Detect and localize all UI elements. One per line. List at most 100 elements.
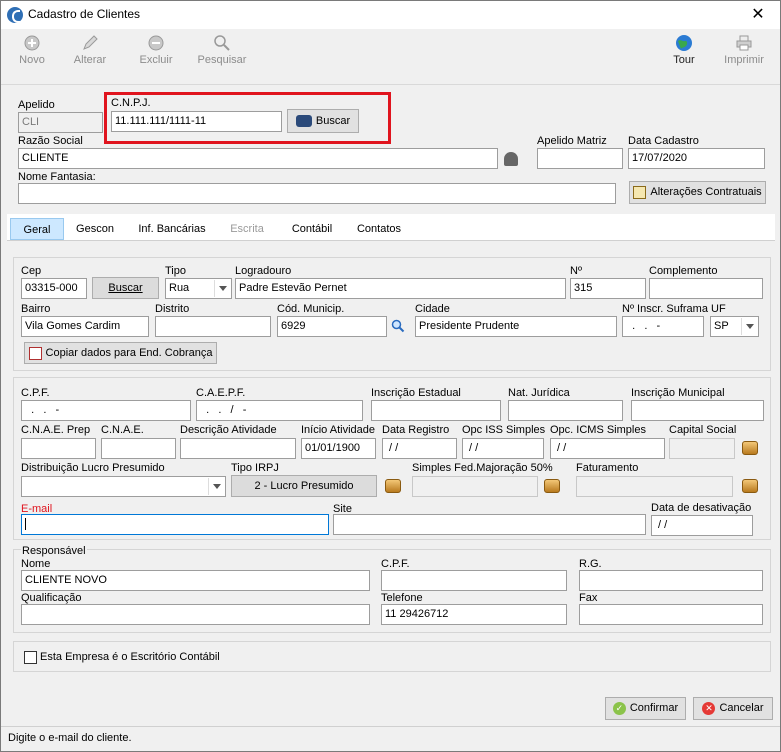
data-desativacao-field[interactable]: / / <box>651 515 753 536</box>
confirmar-button[interactable]: ✓ Confirmar <box>605 697 686 720</box>
razao-social-field[interactable]: CLIENTE <box>18 148 498 169</box>
pesquisar-button[interactable]: Pesquisar <box>193 34 251 66</box>
cnpj-label: C.N.P.J. <box>111 97 151 109</box>
minus-circle-icon <box>148 35 164 51</box>
novo-button[interactable]: Novo <box>3 34 61 66</box>
suframa-label: Nº Inscr. Suframa <box>622 303 708 315</box>
opc-icms-field[interactable]: / / <box>550 438 665 459</box>
cnae-prep-label: C.N.A.E. Prep <box>21 424 91 436</box>
logradouro-label: Logradouro <box>235 265 292 277</box>
fax-field[interactable] <box>579 604 763 625</box>
tab-geral[interactable]: Geral <box>10 218 64 240</box>
escritorio-checkbox[interactable] <box>24 651 37 664</box>
folder-icon[interactable] <box>742 479 758 493</box>
tab-escrita: Escrita <box>230 223 264 235</box>
alterar-button[interactable]: Alterar <box>61 34 119 66</box>
distrito-field[interactable] <box>155 316 271 337</box>
alteracoes-contratuais-button[interactable]: Alterações Contratuais <box>629 181 766 204</box>
tab-contabil[interactable]: Contábil <box>283 218 341 240</box>
alteracoes-label: Alterações Contratuais <box>650 186 762 198</box>
cpf-field[interactable]: . . - <box>21 400 191 421</box>
folder-icon[interactable] <box>385 479 401 493</box>
inscricao-estadual-field[interactable] <box>371 400 501 421</box>
municipio-field[interactable]: 6929 <box>277 316 387 337</box>
inicio-atividade-field[interactable]: 01/01/1900 <box>301 438 376 459</box>
distribuicao-select[interactable] <box>21 476 226 497</box>
resp-cpf-label: C.P.F. <box>381 558 410 570</box>
email-field[interactable] <box>21 514 329 535</box>
cnae-field[interactable] <box>101 438 176 459</box>
tab-contatos[interactable]: Contatos <box>349 218 409 240</box>
caepf-field[interactable]: . . / - <box>196 400 363 421</box>
cnae-prep-field[interactable] <box>21 438 96 459</box>
status-bar: Digite o e-mail do cliente. <box>1 726 780 751</box>
capital-social-label: Capital Social <box>669 424 737 436</box>
excluir-button[interactable]: Excluir <box>127 34 185 66</box>
caepf-label: C.A.E.P.F. <box>196 387 246 399</box>
nome-fantasia-label: Nome Fantasia: <box>18 171 96 183</box>
data-cadastro-field[interactable]: 17/07/2020 <box>628 148 765 169</box>
chevron-down-icon <box>208 478 224 495</box>
numero-label: Nº <box>570 265 582 277</box>
cnpj-field[interactable]: 11.111.111/1111-11 <box>111 111 282 132</box>
site-field[interactable] <box>333 514 646 535</box>
faturamento-field <box>576 476 733 497</box>
resp-rg-label: R.G. <box>579 558 602 570</box>
qualificacao-label: Qualificação <box>21 592 82 604</box>
folder-icon[interactable] <box>544 479 560 493</box>
tour-label: Tour <box>673 54 695 66</box>
cep-field[interactable]: 03315-000 <box>21 278 87 299</box>
toolbar: Novo Alterar Excluir Pesquisar Tour Impr… <box>1 30 780 85</box>
tour-button[interactable]: Tour <box>655 34 713 66</box>
apelido-field[interactable]: CLI <box>18 112 103 133</box>
bairro-label: Bairro <box>21 303 51 315</box>
novo-label: Novo <box>19 54 45 66</box>
apelido-matriz-field[interactable] <box>537 148 623 169</box>
numero-field[interactable]: 315 <box>570 278 646 299</box>
person-icon[interactable] <box>504 152 518 166</box>
fax-label: Fax <box>579 592 598 604</box>
logradouro-field[interactable]: Padre Estevão Pernet <box>235 278 566 299</box>
resp-nome-field[interactable]: CLIENTE NOVO <box>21 570 370 591</box>
plus-circle-icon <box>24 35 40 51</box>
natureza-juridica-field[interactable] <box>508 400 623 421</box>
resp-nome-label: Nome <box>21 558 51 570</box>
copiar-dados-button[interactable]: Copiar dados para End. Cobrança <box>24 342 217 364</box>
search-icon[interactable] <box>391 319 405 333</box>
qualificacao-field[interactable] <box>21 604 370 625</box>
tab-gescon[interactable]: Gescon <box>69 218 121 240</box>
cancelar-button[interactable]: ✕ Cancelar <box>693 697 773 720</box>
document-edit-icon <box>633 185 647 199</box>
uf-select[interactable]: SP <box>710 316 759 337</box>
data-registro-field[interactable]: / / <box>382 438 457 459</box>
opc-iss-label: Opc ISS Simples <box>462 424 546 436</box>
folder-icon[interactable] <box>742 441 758 455</box>
resp-cpf-field[interactable] <box>381 570 567 591</box>
opc-iss-field[interactable]: / / <box>462 438 544 459</box>
nome-fantasia-field[interactable] <box>18 183 616 204</box>
descricao-atividade-label: Descrição Atividade <box>180 424 277 436</box>
cnae-label: C.N.A.E. <box>101 424 144 436</box>
close-button[interactable]: ✕ <box>736 1 780 29</box>
globe-icon <box>676 35 692 51</box>
cep-buscar-button[interactable]: Buscar <box>92 277 159 299</box>
tab-inf-bancarias[interactable]: Inf. Bancárias <box>131 218 213 240</box>
uf-label: UF <box>711 303 726 315</box>
resp-rg-field[interactable] <box>579 570 763 591</box>
bairro-field[interactable]: Vila Gomes Cardim <box>21 316 149 337</box>
tipo-select[interactable]: Rua <box>165 278 232 299</box>
simples-majoracao-label: Simples Fed.Majoração 50% <box>412 462 553 474</box>
telefone-field[interactable]: 11 29426712 <box>381 604 567 625</box>
tipo-irpj-field[interactable]: 2 - Lucro Presumido <box>231 475 377 497</box>
chevron-down-icon <box>214 280 230 297</box>
imprimir-button[interactable]: Imprimir <box>715 34 773 66</box>
responsavel-section-label: Responsável <box>21 545 87 557</box>
cidade-field[interactable]: Presidente Prudente <box>415 316 617 337</box>
descricao-atividade-field[interactable] <box>180 438 296 459</box>
inscricao-municipal-field[interactable] <box>631 400 764 421</box>
excluir-label: Excluir <box>139 54 173 66</box>
cnpj-buscar-button[interactable]: Buscar <box>287 109 359 133</box>
suframa-field[interactable]: . . - <box>622 316 704 337</box>
complemento-field[interactable] <box>649 278 763 299</box>
data-cadastro-label: Data Cadastro <box>628 135 699 147</box>
